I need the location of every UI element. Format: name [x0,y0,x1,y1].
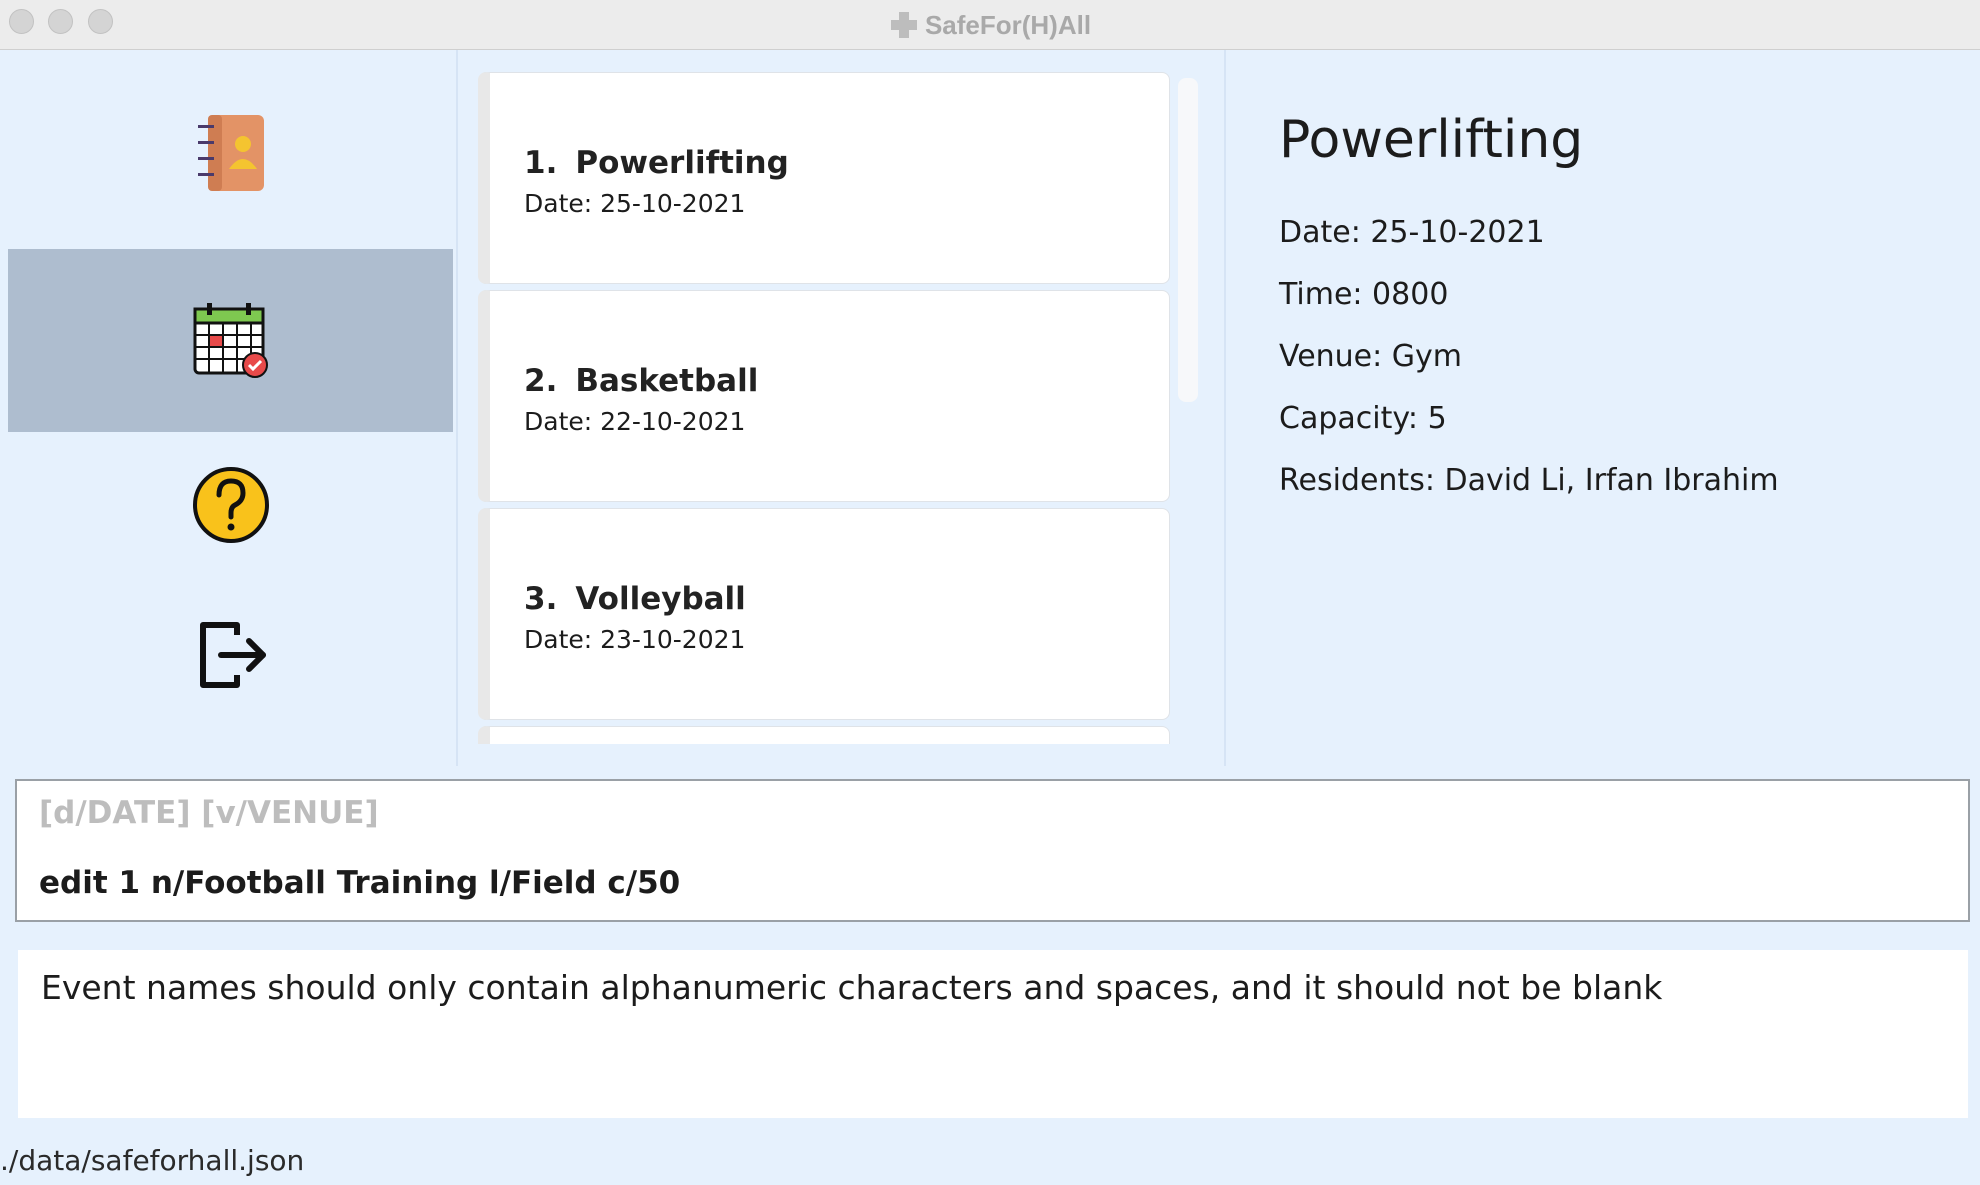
sidebar-item-help[interactable] [8,455,453,555]
detail-residents: Residents: David Li, Irfan Ibrahim [1279,463,1779,498]
address-book-icon [197,114,264,191]
event-card[interactable]: 1. Powerlifting Date: 25-10-2021 [478,72,1170,284]
detail-capacity: Capacity: 5 [1279,401,1447,436]
event-list[interactable]: 1. Powerlifting Date: 25-10-2021 2. Basket… [478,72,1173,744]
save-file-path: ./data/safeforhall.json [0,1144,305,1177]
event-card[interactable]: 3. Volleyball Date: 23-10-2021 [478,508,1170,720]
detail-venue: Venue: Gym [1279,339,1463,374]
result-display: Event names should only contain alphanum… [18,950,1968,1118]
event-date: Date: 22-10-2021 [524,407,746,436]
event-index: 3. [524,581,558,617]
command-box[interactable]: [d/DATE] [v/VENUE] [15,779,1970,922]
command-hint: [d/DATE] [v/VENUE] [39,795,379,831]
event-name: Powerlifting [575,145,789,181]
event-title: 1. Powerlifting [524,145,789,181]
detail-title: Powerlifting [1279,110,1584,170]
detail-time: Time: 0800 [1279,277,1449,312]
status-bar: ./data/safeforhall.json [0,1130,1980,1185]
event-list-scrollbar[interactable] [1178,78,1198,402]
detail-date: Date: 25-10-2021 [1279,215,1545,250]
event-title: 3. Volleyball [524,581,746,617]
sidebar-divider [456,50,458,766]
event-date: Date: 25-10-2021 [524,189,746,218]
sidebar-item-residents[interactable] [8,105,453,200]
app-window: SafeFor(H)All 1. Powerlifting Date: 25-1… [0,0,1980,1185]
app-cross-icon [890,12,917,38]
event-index: 1. [524,145,558,181]
event-name: Volleyball [575,581,746,617]
event-card[interactable]: 2. Basketball Date: 22-10-2021 [478,290,1170,502]
sidebar [0,50,456,766]
title-bar: SafeFor(H)All [0,0,1980,50]
event-title: 2. Basketball [524,363,758,399]
command-input[interactable] [39,865,1939,901]
result-message: Event names should only contain alphanum… [41,968,1663,1007]
window-title-group: SafeFor(H)All [0,0,1980,50]
sidebar-item-exit[interactable] [8,603,453,703]
event-detail-panel: Powerlifting Date: 25-10-2021 Time: 0800… [1226,50,1980,766]
help-icon [192,467,269,543]
calendar-icon [193,302,268,378]
sidebar-item-events[interactable] [8,249,453,432]
event-card-partial[interactable] [478,726,1170,744]
event-name: Basketball [575,363,759,399]
window-title: SafeFor(H)All [924,9,1092,40]
event-date: Date: 23-10-2021 [524,625,746,654]
exit-icon [199,622,266,688]
event-index: 2. [524,363,558,399]
